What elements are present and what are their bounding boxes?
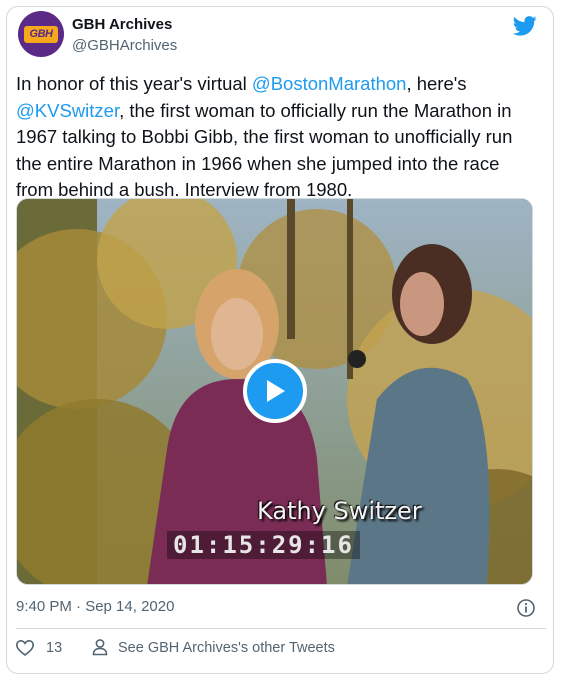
gbh-logo: GBH: [24, 25, 58, 43]
play-button[interactable]: [243, 359, 307, 423]
mention-bostonmarathon-link[interactable]: @BostonMarathon: [252, 73, 407, 94]
heart-icon[interactable]: [15, 638, 35, 658]
info-icon[interactable]: [516, 598, 536, 618]
video-timecode: 01:15:29:16: [167, 531, 360, 559]
tweet-text-part: In honor of this year's virtual: [16, 73, 252, 94]
avatar[interactable]: GBH: [18, 11, 64, 57]
see-other-tweets-link[interactable]: See GBH Archives's other Tweets: [118, 640, 335, 656]
video-player[interactable]: Kathy Switzer 01:15:29:16: [16, 198, 533, 585]
author-handle[interactable]: @GBHArchives: [72, 37, 177, 54]
play-icon: [267, 380, 285, 402]
divider: [16, 628, 546, 629]
twitter-bird-icon[interactable]: [513, 16, 537, 36]
video-caption: Kathy Switzer: [257, 497, 422, 525]
person-icon: [92, 639, 108, 656]
tweet-text-part: , here's: [406, 73, 467, 94]
author-name[interactable]: GBH Archives: [72, 16, 172, 33]
mention-kvswitzer-link[interactable]: @KVSwitzer: [16, 100, 119, 121]
tweet-timestamp[interactable]: 9:40 PM · Sep 14, 2020: [16, 598, 174, 615]
tweet-text: In honor of this year's virtual @BostonM…: [16, 71, 536, 204]
like-count[interactable]: 13: [46, 640, 62, 656]
